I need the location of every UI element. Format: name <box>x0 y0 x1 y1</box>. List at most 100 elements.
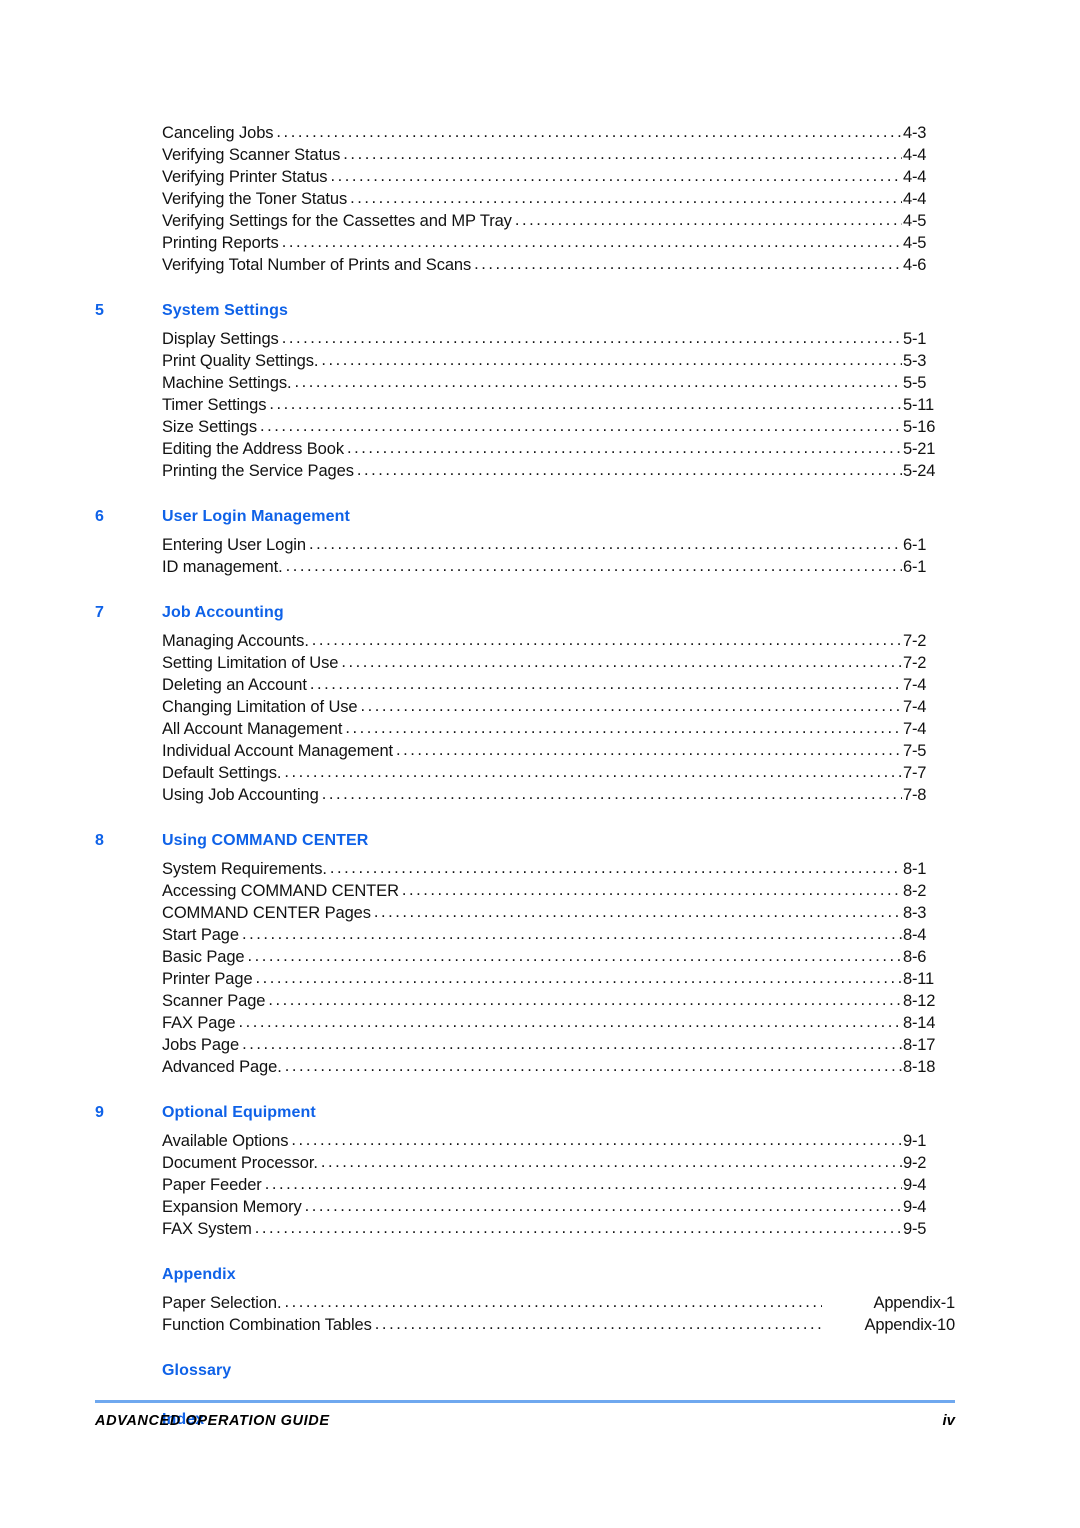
toc-entry[interactable]: Timer Settings..........................… <box>162 394 955 416</box>
toc-entry[interactable]: Display Settings........................… <box>162 328 955 350</box>
toc-entry[interactable]: Paper Feeder............................… <box>162 1174 955 1196</box>
toc-entry[interactable]: Print Quality Settings..................… <box>162 350 955 372</box>
toc-entry[interactable]: Verifying Scanner Status................… <box>162 144 955 166</box>
toc-entry-label: Individual Account Management <box>162 742 394 760</box>
toc-entry-label: Verifying Settings for the Cassettes and… <box>162 212 512 230</box>
toc-entry[interactable]: Machine Settings........................… <box>162 372 955 394</box>
toc-entry[interactable]: Paper Selection.........................… <box>162 1292 955 1314</box>
toc-entry[interactable]: Verifying Settings for the Cassettes and… <box>162 210 955 232</box>
toc-dot-leader: ........................................… <box>281 329 902 347</box>
toc-section-chapter-8: 8 Using COMMAND CENTER System Requirements… <box>95 830 955 1078</box>
toc-entry[interactable]: Jobs Page...............................… <box>162 1034 955 1056</box>
toc-entry-label: ID management. <box>162 558 283 576</box>
toc-entry-label: Managing Accounts. <box>162 632 309 650</box>
toc-section-heading[interactable]: 9 Optional Equipment <box>95 1102 955 1127</box>
toc-entry[interactable]: Entering User Login.....................… <box>162 534 955 556</box>
toc-entry-page-number: 7-4 <box>903 720 927 738</box>
toc-entry-label: Verifying Scanner Status <box>162 146 341 164</box>
toc-section-heading[interactable]: 7 Job Accounting <box>95 602 955 627</box>
toc-entry-page-number: 4-6 <box>903 256 927 274</box>
toc-entry[interactable]: Verifying Total Number of Prints and Sca… <box>162 254 955 276</box>
toc-entry[interactable]: Basic Page..............................… <box>162 946 955 968</box>
toc-entry[interactable]: Printing Reports........................… <box>162 232 955 254</box>
toc-entry[interactable]: Individual Account Management...........… <box>162 740 955 762</box>
toc-entry-page-number: 5-24 <box>903 462 936 480</box>
toc-section-heading[interactable]: 5 System Settings <box>95 300 955 325</box>
toc-entry[interactable]: Printer Page............................… <box>162 968 955 990</box>
toc-dot-leader: ........................................… <box>321 785 902 803</box>
toc-dot-leader: ........................................… <box>343 145 902 163</box>
toc-entry-page-number: 4-5 <box>903 234 927 252</box>
toc-dot-leader: ........................................… <box>304 1197 902 1215</box>
toc-entry[interactable]: Available Options.......................… <box>162 1130 955 1152</box>
toc-entry[interactable]: Verifying Printer Status................… <box>162 166 955 188</box>
toc-entry[interactable]: Default Settings........................… <box>162 762 955 784</box>
toc-dot-leader: ........................................… <box>329 859 902 877</box>
toc-dot-leader: ........................................… <box>320 1153 902 1171</box>
toc-entry-page-number: 4-4 <box>903 146 927 164</box>
toc-entry[interactable]: Canceling Jobs..........................… <box>162 122 955 144</box>
toc-entry[interactable]: All Account Management..................… <box>162 718 955 740</box>
toc-entry-label: Basic Page <box>162 948 245 966</box>
toc-entry[interactable]: Verifying the Toner Status..............… <box>162 188 955 210</box>
chapter-number: 7 <box>95 604 104 621</box>
toc-entry-page-number: 9-5 <box>903 1220 927 1238</box>
toc-entry-label: Canceling Jobs <box>162 124 274 142</box>
toc-dot-leader: ........................................… <box>238 1013 903 1031</box>
toc-entry[interactable]: Editing the Address Book................… <box>162 438 955 460</box>
toc-entry[interactable]: Function Combination Tables.............… <box>162 1314 955 1336</box>
toc-entry[interactable]: Printing the Service Pages..............… <box>162 460 955 482</box>
toc-entry-page-number: 6-1 <box>903 558 927 576</box>
toc-entry-label: Verifying the Toner Status <box>162 190 348 208</box>
toc-entry[interactable]: Expansion Memory........................… <box>162 1196 955 1218</box>
toc-entry[interactable]: COMMAND CENTER Pages....................… <box>162 902 955 924</box>
toc-entry[interactable]: Changing Limitation of Use..............… <box>162 696 955 718</box>
toc-entry[interactable]: FAX System..............................… <box>162 1218 955 1240</box>
toc-dot-leader: ........................................… <box>285 557 902 575</box>
chapter-title[interactable]: User Login Management <box>162 506 350 527</box>
toc-entry-page-number: 4-4 <box>903 190 927 208</box>
chapter-title[interactable]: Job Accounting <box>162 602 284 623</box>
toc-entry-label: Printing Reports <box>162 234 279 252</box>
toc-entry-list: Display Settings........................… <box>162 328 955 482</box>
toc-entry-label: Timer Settings <box>162 396 267 414</box>
toc-dot-leader: ........................................… <box>330 167 902 185</box>
toc-entry[interactable]: Accessing COMMAND CENTER................… <box>162 880 955 902</box>
toc-entry[interactable]: Deleting an Account.....................… <box>162 674 955 696</box>
chapter-title[interactable]: Using COMMAND CENTER <box>162 830 368 851</box>
toc-section-heading[interactable]: Glossary <box>95 1360 955 1385</box>
toc-entry[interactable]: Size Settings...........................… <box>162 416 955 438</box>
chapter-number: 8 <box>95 832 104 849</box>
toc-entry[interactable]: Scanner Page............................… <box>162 990 955 1012</box>
toc-entry[interactable]: Using Job Accounting....................… <box>162 784 955 806</box>
toc-entry-page-number: 5-11 <box>903 396 934 414</box>
toc-entry[interactable]: Setting Limitation of Use...............… <box>162 652 955 674</box>
toc-entry[interactable]: Document Processor......................… <box>162 1152 955 1174</box>
toc-dot-leader: ........................................… <box>341 653 902 671</box>
toc-entry-label: Accessing COMMAND CENTER <box>162 882 399 900</box>
toc-section-heading[interactable]: 6 User Login Management <box>95 506 955 531</box>
toc-entry-page-number: 6-1 <box>903 536 927 554</box>
toc-dot-leader: ........................................… <box>264 1175 902 1193</box>
toc-section-heading[interactable]: Appendix <box>95 1264 955 1289</box>
toc-entry[interactable]: System Requirements.....................… <box>162 858 955 880</box>
toc-entry-page-number: 8-18 <box>903 1058 936 1076</box>
toc-entry[interactable]: Start Page..............................… <box>162 924 955 946</box>
toc-page: Canceling Jobs..........................… <box>0 0 1080 1528</box>
toc-entry[interactable]: FAX Page................................… <box>162 1012 955 1034</box>
toc-entry-label: Start Page <box>162 926 239 944</box>
chapter-title[interactable]: Glossary <box>162 1360 231 1381</box>
footer-divider <box>95 1400 955 1403</box>
toc-dot-leader: ........................................… <box>308 535 902 553</box>
chapter-title[interactable]: Optional Equipment <box>162 1102 316 1123</box>
toc-entry-label: Function Combination Tables <box>162 1316 372 1334</box>
toc-section-heading[interactable]: 8 Using COMMAND CENTER <box>95 830 955 855</box>
chapter-title[interactable]: System Settings <box>162 300 288 321</box>
toc-dot-leader: ........................................… <box>291 1131 902 1149</box>
chapter-title[interactable]: Appendix <box>162 1264 236 1285</box>
toc-dot-leader: ........................................… <box>269 395 902 413</box>
toc-entry[interactable]: Advanced Page...........................… <box>162 1056 955 1078</box>
toc-entry[interactable]: ID management...........................… <box>162 556 955 578</box>
toc-dot-leader: ........................................… <box>254 1219 902 1237</box>
toc-entry[interactable]: Managing Accounts.......................… <box>162 630 955 652</box>
